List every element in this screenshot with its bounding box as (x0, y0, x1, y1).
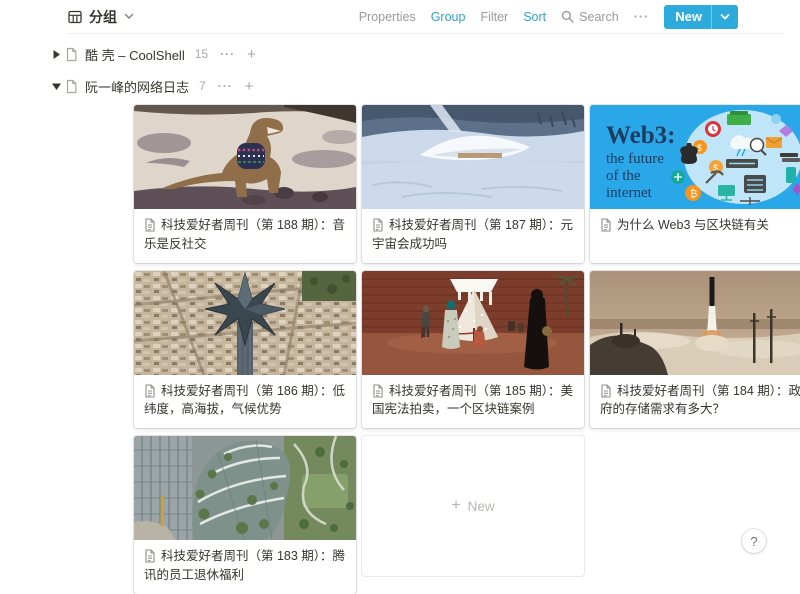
web3-line: of the (606, 168, 641, 184)
plus-icon: + (451, 498, 460, 514)
cover-art-spiral-building (134, 436, 356, 540)
card-body: 科技爱好者周刊（第 183 期）：腾讯的员工退休福利 (134, 540, 356, 594)
document-icon (600, 384, 612, 398)
more-options-button[interactable]: ··· (634, 10, 650, 24)
gallery-card[interactable]: 科技爱好者周刊（第 186 期）：低纬度，高海拔，气候优势 (134, 271, 356, 429)
view-title-label: 分组 (89, 7, 117, 27)
card-cover-rocket-launch (590, 271, 800, 375)
svg-text:₿: ₿ (690, 188, 697, 200)
table-grid-icon (68, 10, 82, 24)
gallery-card[interactable]: 科技爱好者周刊（第 187 期）：元宇宙会成功吗 (362, 105, 584, 263)
group-button[interactable]: Group (431, 10, 466, 24)
new-dropdown-button[interactable] (711, 5, 738, 29)
group-more-button[interactable]: ··· (218, 79, 233, 93)
card-body: 科技爱好者周刊（第 188 期）：音乐是反社交 (134, 209, 356, 263)
document-icon (144, 384, 156, 398)
gallery-card[interactable]: $ $ ₿ Web3: the future of the internet (590, 105, 800, 263)
web3-line: internet (606, 185, 653, 201)
group-add-button[interactable]: + (247, 47, 256, 62)
card-cover-city-star (134, 271, 356, 375)
card-title: 科技爱好者周刊（第 188 期）：音乐是反社交 (144, 218, 345, 251)
sort-button[interactable]: Sort (523, 10, 546, 24)
triangle-right-icon (52, 49, 61, 60)
group-toggle-expanded[interactable] (47, 82, 65, 91)
new-button[interactable]: New (664, 5, 738, 29)
filter-button[interactable]: Filter (480, 10, 508, 24)
document-icon (372, 218, 384, 232)
cover-art-web3-graphic: $ $ ₿ Web3: the future of the internet (590, 105, 800, 209)
card-title: 科技爱好者周刊（第 185 期）：美国宪法拍卖，一个区块链案例 (372, 384, 573, 417)
card-title: 科技爱好者周刊（第 186 期）：低纬度，高海拔，气候优势 (144, 384, 345, 417)
card-title: 为什么 Web3 与区块链有关 (617, 218, 769, 232)
document-icon (372, 384, 384, 398)
group-count: 15 (195, 47, 208, 61)
cover-art-snow-building (362, 105, 584, 209)
card-title: 科技爱好者周刊（第 184 期）：政府的存储需求有多大？ (600, 384, 800, 417)
card-title: 科技爱好者周刊（第 183 期）：腾讯的员工退休福利 (144, 549, 345, 582)
chevron-down-icon (720, 14, 730, 20)
gallery-card[interactable]: 科技爱好者周刊（第 188 期）：音乐是反社交 (134, 105, 356, 263)
card-cover-spiral-building (134, 436, 356, 540)
group-more-button[interactable]: ··· (220, 47, 235, 61)
page-icon (65, 79, 78, 94)
svg-text:$: $ (697, 143, 702, 153)
help-button[interactable]: ? (742, 529, 766, 553)
new-button-label[interactable]: New (664, 5, 711, 29)
card-body: 科技爱好者周刊（第 187 期）：元宇宙会成功吗 (362, 209, 584, 263)
card-cover-snow-building (362, 105, 584, 209)
view-toolbar: Properties Group Filter Sort Search ··· … (359, 5, 738, 29)
properties-button[interactable]: Properties (359, 10, 416, 24)
cover-art-plaza-tent (362, 271, 584, 375)
card-body: 科技爱好者周刊（第 185 期）：美国宪法拍卖，一个区块链案例 (362, 375, 584, 429)
magnifier-icon (561, 10, 574, 23)
cover-art-city-star (134, 271, 356, 375)
chevron-down-icon (124, 13, 134, 20)
page-icon (65, 47, 78, 62)
group-count: 7 (199, 79, 206, 93)
gallery-card[interactable]: 科技爱好者周刊（第 184 期）：政府的存储需求有多大？ (590, 271, 800, 429)
gallery-card[interactable]: 科技爱好者周刊（第 185 期）：美国宪法拍卖，一个区块链案例 (362, 271, 584, 429)
gallery-card[interactable]: 科技爱好者周刊（第 183 期）：腾讯的员工退休福利 (134, 436, 356, 594)
group-title[interactable]: 酷 壳 – CoolShell (85, 45, 185, 64)
cover-art-dinosaur-museum (134, 105, 356, 209)
card-cover-plaza-tent (362, 271, 584, 375)
group-toggle-collapsed[interactable] (47, 49, 65, 60)
group-row-ruanyifeng: 阮一峰的网络日志 7 ··· + (67, 74, 800, 98)
group-row-coolshell: 酷 壳 – CoolShell 15 ··· + (67, 42, 800, 66)
triangle-down-icon (51, 82, 62, 91)
card-title: 科技爱好者周刊（第 187 期）：元宇宙会成功吗 (372, 218, 573, 251)
web3-heading: Web3: (606, 122, 675, 149)
card-body: 科技爱好者周刊（第 184 期）：政府的存储需求有多大？ (590, 375, 800, 429)
web3-line: the future (606, 151, 664, 167)
card-body: 科技爱好者周刊（第 186 期）：低纬度，高海拔，气候优势 (134, 375, 356, 429)
group-list: 酷 壳 – CoolShell 15 ··· + 阮一峰的网络日志 7 ··· … (0, 34, 800, 594)
search-label: Search (579, 10, 619, 24)
new-card[interactable]: + New (362, 436, 584, 576)
document-icon (600, 218, 612, 232)
search-button[interactable]: Search (561, 10, 619, 24)
group-add-button[interactable]: + (245, 79, 254, 94)
card-body: 为什么 Web3 与区块链有关 (590, 209, 800, 263)
document-icon (144, 218, 156, 232)
cards-grid: 科技爱好者周刊（第 188 期）：音乐是反社交 科技爱好者周刊（第 187 期）… (134, 105, 800, 594)
card-cover-web3-graphic: $ $ ₿ Web3: the future of the internet (590, 105, 800, 209)
view-title-button[interactable]: 分组 (68, 7, 134, 27)
document-icon (144, 549, 156, 563)
cover-art-rocket-launch (590, 271, 800, 375)
topbar: 分组 Properties Group Filter Sort Search ·… (0, 0, 800, 33)
group-title[interactable]: 阮一峰的网络日志 (85, 77, 189, 96)
card-cover-dinosaur-museum (134, 105, 356, 209)
new-card-label: New (468, 499, 495, 514)
